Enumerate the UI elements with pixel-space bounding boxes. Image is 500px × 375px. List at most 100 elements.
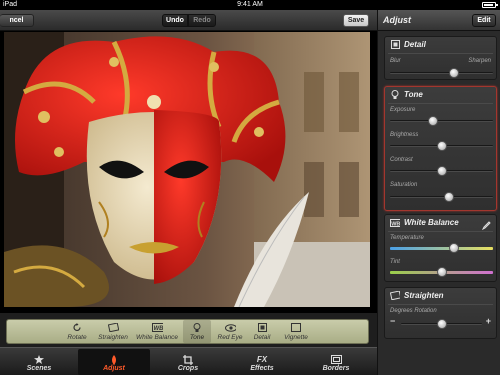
- detail-slider[interactable]: [390, 68, 493, 78]
- panel-header: Detail: [385, 37, 496, 52]
- battery-icon: [482, 2, 498, 8]
- save-button[interactable]: Save: [343, 14, 369, 27]
- tab-effects[interactable]: FX Effects: [226, 349, 298, 375]
- tool-label: White Balance: [136, 334, 178, 341]
- divider: [388, 53, 493, 54]
- panel-title: White Balance: [404, 218, 459, 227]
- slider-knob[interactable]: [436, 166, 447, 176]
- contrast-slider[interactable]: [390, 166, 493, 176]
- tool-selector: Rotate Straighten WB White Balance Tone …: [6, 319, 369, 344]
- slider-knob[interactable]: [436, 319, 447, 329]
- temperature-slider[interactable]: [390, 243, 493, 253]
- tab-borders[interactable]: Borders: [300, 349, 372, 375]
- tab-label: Adjust: [103, 365, 125, 372]
- tool-label: Vignette: [284, 334, 308, 341]
- blur-label: Blur: [390, 58, 401, 64]
- tool-label: Straighten: [98, 334, 128, 341]
- white-balance-icon: WB: [151, 323, 163, 332]
- tool-tone[interactable]: Tone: [183, 320, 211, 343]
- eyedropper-icon[interactable]: [481, 218, 491, 231]
- panel-title: Detail: [404, 40, 426, 49]
- white-balance-panel: WB White Balance Temperature Tint: [384, 214, 497, 282]
- status-bar: iPad 9:41 AM: [0, 0, 500, 10]
- sidebar-title: Adjust: [383, 15, 411, 25]
- tool-label: Detail: [253, 334, 271, 341]
- brightness-slider[interactable]: [390, 141, 493, 151]
- svg-text:WB: WB: [391, 221, 400, 227]
- adjust-icon: [110, 354, 118, 365]
- panel-header: WB White Balance: [385, 215, 496, 231]
- saturation-slider[interactable]: [390, 192, 493, 202]
- tab-label: Effects: [250, 365, 274, 372]
- straighten-panel: Straighten Degrees Rotation − +: [384, 287, 497, 339]
- temperature-label: Temperature: [390, 235, 424, 241]
- saturation-label: Saturation: [390, 182, 418, 188]
- tools-strip: Rotate Straighten WB White Balance Tone …: [0, 313, 377, 347]
- straighten-icon: [107, 323, 119, 332]
- tool-white-balance[interactable]: WB White Balance: [135, 320, 179, 343]
- borders-icon: [330, 355, 342, 364]
- sidebar-header: Adjust Edit: [377, 10, 500, 31]
- divider: [388, 231, 493, 232]
- tool-label: Rotate: [67, 334, 87, 341]
- tab-crops[interactable]: Crops: [152, 349, 224, 375]
- minus-icon[interactable]: −: [390, 316, 395, 326]
- plus-icon[interactable]: +: [486, 316, 491, 326]
- brightness-label: Brightness: [390, 132, 419, 138]
- bulb-icon: [390, 89, 400, 100]
- crop-icon: [183, 354, 193, 365]
- tool-detail[interactable]: Detail: [249, 320, 275, 343]
- detail-panel: Detail Blur Sharpen: [384, 36, 497, 80]
- svg-text:WB: WB: [153, 326, 163, 332]
- slider-knob[interactable]: [436, 267, 447, 277]
- rotate-icon: [72, 323, 83, 332]
- cancel-button[interactable]: ncel: [0, 14, 34, 27]
- slider-knob[interactable]: [448, 68, 459, 78]
- carnival-mask-image: [4, 32, 370, 307]
- slider-knob[interactable]: [448, 243, 459, 253]
- slider-knob[interactable]: [436, 141, 447, 151]
- top-toolbar: ncel Undo Redo Save: [0, 10, 377, 31]
- panel-header: Tone: [385, 87, 496, 102]
- fx-icon: FX: [256, 355, 268, 364]
- tab-adjust[interactable]: Adjust: [78, 349, 150, 375]
- straighten-icon: [390, 291, 400, 301]
- rotation-slider[interactable]: [401, 319, 482, 329]
- redo-button[interactable]: Redo: [188, 14, 216, 27]
- tab-label: Scenes: [26, 365, 52, 372]
- exposure-slider[interactable]: [390, 116, 493, 126]
- vignette-icon: [291, 323, 302, 332]
- undo-button[interactable]: Undo: [162, 14, 188, 27]
- sharpen-label: Sharpen: [468, 58, 491, 64]
- adjust-sidebar: Detail Blur Sharpen Tone Exposure Bright…: [377, 31, 500, 375]
- bottom-tab-bar: Scenes Adjust Crops FX Effects Borders: [0, 347, 377, 375]
- degrees-rotation-label: Degrees Rotation: [390, 308, 437, 314]
- scenes-icon: [33, 355, 45, 364]
- tool-straighten[interactable]: Straighten: [95, 320, 131, 343]
- tool-vignette[interactable]: Vignette: [280, 320, 312, 343]
- tab-label: Crops: [177, 365, 199, 372]
- clock: 9:41 AM: [237, 1, 263, 8]
- edit-button[interactable]: Edit: [472, 14, 496, 27]
- tint-slider[interactable]: [390, 267, 493, 277]
- divider: [388, 103, 493, 104]
- panel-title: Tone: [404, 90, 423, 99]
- tool-red-eye[interactable]: Red Eye: [215, 320, 245, 343]
- tab-scenes[interactable]: Scenes: [4, 349, 74, 375]
- eye-icon: [224, 323, 236, 332]
- tab-label: Borders: [322, 365, 350, 372]
- detail-icon: [257, 323, 268, 332]
- tool-rotate[interactable]: Rotate: [63, 320, 91, 343]
- bulb-icon: [192, 322, 203, 332]
- exposure-label: Exposure: [390, 107, 416, 113]
- tool-label: Red Eye: [217, 334, 243, 341]
- detail-icon: [390, 40, 400, 50]
- tool-label: Tone: [189, 334, 205, 341]
- slider-knob[interactable]: [428, 116, 439, 126]
- panel-header: Straighten: [385, 288, 496, 303]
- divider: [388, 304, 493, 305]
- white-balance-icon: WB: [390, 218, 400, 228]
- slider-knob[interactable]: [443, 192, 454, 202]
- photo-canvas[interactable]: [4, 32, 370, 307]
- contrast-label: Contrast: [390, 157, 413, 163]
